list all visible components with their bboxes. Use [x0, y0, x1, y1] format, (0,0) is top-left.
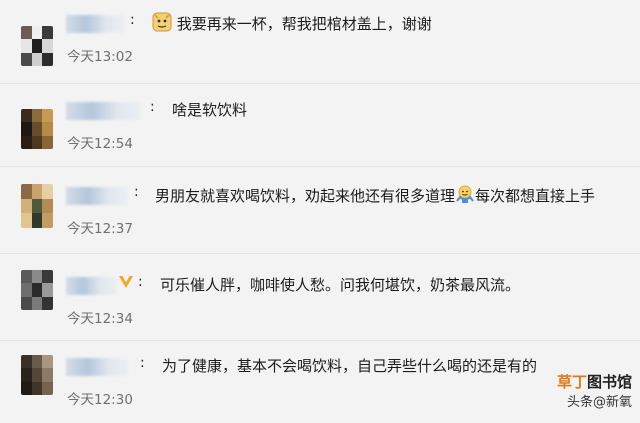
watermark: 草丁图书馆 头条@新氧 — [520, 371, 632, 411]
comment-text-body: 我要再来一杯，帮我把棺材盖上，谢谢 — [176, 15, 432, 33]
avatar[interactable] — [21, 270, 53, 310]
comment-text-body-after: 每次都想直接上手 — [475, 187, 596, 205]
avatar[interactable] — [21, 355, 53, 395]
divider — [0, 166, 640, 167]
divider — [0, 253, 640, 254]
comment-text: 男朋友就喜欢喝饮料，劝起来他还有很多道理 每次都想直接上手 — [155, 184, 595, 206]
doge-icon — [152, 12, 172, 32]
comment-item: : 男朋友就喜欢喝饮料，劝起来他还有很多道理 每次都想直接上手 今天12:37 — [0, 172, 640, 252]
timestamp: 今天13:02 — [67, 49, 133, 65]
shrug-icon — [456, 185, 474, 203]
username-blurred[interactable] — [66, 102, 140, 120]
avatar[interactable] — [21, 184, 53, 228]
username-blurred[interactable] — [66, 358, 128, 376]
comment-item: : 啥是软饮料 今天12:54 — [0, 87, 640, 167]
timestamp: 今天12:34 — [67, 311, 133, 327]
comment-text: 可乐催人胖，咖啡使人愁。问我何堪饮，奶茶最风流。 — [160, 276, 521, 294]
comment-item: : 可乐催人胖，咖啡使人愁。问我何堪饮，奶茶最风流。 今天12:34 — [0, 262, 640, 342]
colon: : — [140, 355, 145, 371]
avatar[interactable] — [21, 109, 53, 149]
timestamp: 今天12:37 — [67, 221, 133, 237]
comment-text: 为了健康，基本不会喝饮料，自己弄些什么喝的还是有的 — [162, 357, 538, 375]
colon: : — [150, 99, 155, 115]
comment-item: : 我要再来一杯，帮我把棺材盖上，谢谢 今天13:02 — [0, 0, 640, 80]
watermark-source: 头条@新氧 — [566, 395, 632, 410]
username-blurred[interactable] — [66, 187, 128, 205]
username-blurred[interactable] — [66, 15, 124, 33]
colon: : — [138, 274, 143, 290]
vip-icon — [119, 276, 133, 288]
avatar[interactable] — [21, 26, 53, 66]
comment-text: 啥是软饮料 — [172, 101, 248, 119]
timestamp: 今天12:30 — [67, 392, 133, 408]
watermark-title: 草丁图书馆 — [556, 373, 632, 391]
comment-text-body: 男朋友就喜欢喝饮料，劝起来他还有很多道理 — [155, 187, 456, 205]
divider — [0, 340, 640, 341]
username-blurred[interactable] — [66, 277, 116, 295]
comment-text: 我要再来一杯，帮我把棺材盖上，谢谢 — [152, 12, 432, 34]
colon: : — [130, 12, 135, 28]
divider — [0, 83, 640, 84]
colon: : — [134, 184, 139, 200]
timestamp: 今天12:54 — [67, 136, 133, 152]
